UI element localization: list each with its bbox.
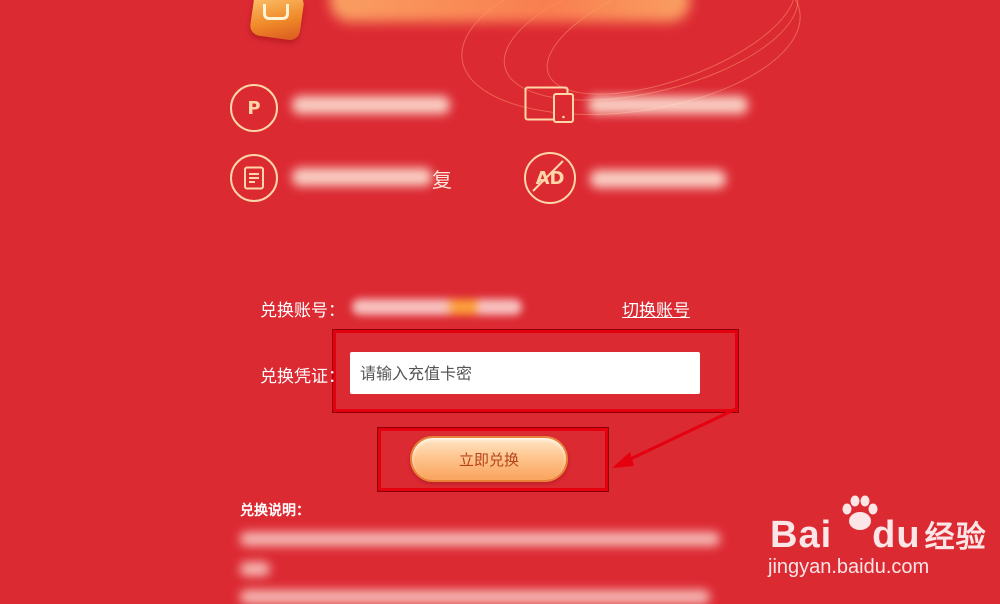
- voucher-label: 兑换凭证：: [260, 367, 345, 387]
- account-label: 兑换账号：: [260, 301, 345, 321]
- watermark-jingyan: 经验: [924, 521, 987, 554]
- watermark-bai: Bai: [770, 514, 833, 556]
- feature-text-blurred: [292, 168, 432, 186]
- annotation-arrow: [612, 406, 739, 468]
- document-restore-icon: [230, 154, 278, 202]
- banner-title-blurred: [330, 0, 690, 22]
- baidu-watermark: Bai du 经验: [770, 512, 987, 557]
- no-ads-icon: AD: [524, 152, 576, 204]
- pdf-convert-icon: P: [230, 84, 278, 132]
- feature-text-blurred: [590, 170, 726, 188]
- redeem-button[interactable]: 立即兑换: [410, 436, 568, 482]
- pdf-glyph: P: [247, 97, 261, 119]
- note-line-blurred: [240, 590, 710, 604]
- note-line-blurred: [240, 532, 720, 546]
- feature-text-blurred: [588, 96, 748, 114]
- crown-icon: [263, 4, 289, 20]
- notes-title: 兑换说明：: [240, 503, 310, 519]
- watermark-url: jingyan.baidu.com: [768, 556, 930, 578]
- feature-text-blurred: [292, 96, 450, 114]
- voucher-input[interactable]: [350, 352, 700, 394]
- account-value-blurred: [352, 299, 522, 315]
- feature-text-visible: 复: [432, 168, 452, 192]
- switch-account-link[interactable]: 切换账号: [622, 296, 690, 321]
- note-line-blurred: [240, 562, 270, 576]
- multi-device-icon: [524, 86, 576, 128]
- watermark-du: du: [872, 514, 921, 556]
